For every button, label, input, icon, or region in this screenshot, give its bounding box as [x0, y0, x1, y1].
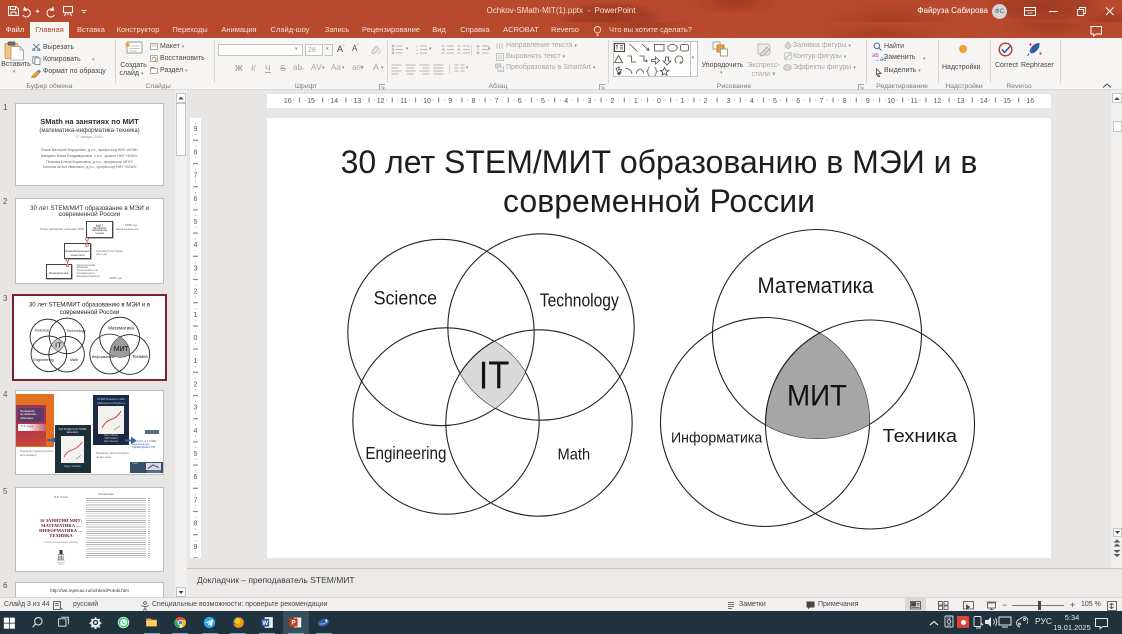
svg-text:Science: Science: [374, 287, 438, 309]
svg-text:1: 1: [194, 358, 198, 365]
svg-text:16: 16: [1026, 98, 1034, 105]
svg-text:4: 4: [750, 98, 754, 105]
svg-text:IT: IT: [55, 341, 62, 350]
svg-text:Информатика: Информатика: [92, 355, 114, 359]
svg-text:8: 8: [194, 521, 198, 528]
svg-text:8: 8: [843, 98, 847, 105]
svg-text:4: 4: [564, 98, 568, 105]
svg-text:W: W: [262, 620, 268, 627]
svg-text:3: 3: [194, 265, 198, 272]
svg-text:2: 2: [194, 381, 198, 388]
svg-text:3: 3: [587, 98, 591, 105]
svg-text:1: 1: [680, 98, 684, 105]
svg-text:9: 9: [448, 98, 452, 105]
svg-text:0: 0: [657, 98, 661, 105]
svg-text:5: 5: [194, 451, 198, 458]
svg-text:15: 15: [307, 98, 315, 105]
svg-text:11: 11: [400, 98, 407, 105]
svg-text:13: 13: [354, 98, 362, 105]
svg-text:10: 10: [423, 98, 431, 105]
svg-text:Математика: Математика: [108, 325, 134, 330]
svg-text:Science: Science: [35, 327, 50, 332]
svg-text:Математика: Математика: [758, 273, 874, 298]
svg-text:9: 9: [194, 126, 198, 133]
svg-text:МИТ: МИТ: [787, 380, 847, 413]
svg-text:8: 8: [194, 149, 198, 156]
svg-text:8: 8: [471, 98, 475, 105]
svg-text:Technology: Technology: [540, 291, 619, 311]
svg-text:Техника: Техника: [132, 354, 148, 359]
svg-text:Информатика: Информатика: [671, 429, 763, 446]
svg-text:3: 3: [194, 405, 198, 412]
svg-text:7: 7: [819, 98, 823, 105]
svg-text:30 лет STEM/МИТ образованию в: 30 лет STEM/МИТ образованию в МЭИ и в: [29, 301, 150, 308]
svg-text:14: 14: [980, 98, 988, 105]
svg-text:Техника: Техника: [883, 426, 958, 447]
svg-text:1: 1: [634, 98, 638, 105]
svg-text:12: 12: [377, 98, 385, 105]
svg-text:6: 6: [194, 196, 198, 203]
svg-text:Engineering: Engineering: [365, 443, 446, 463]
svg-text:современной России: современной России: [60, 309, 119, 316]
svg-text:0: 0: [194, 335, 198, 342]
svg-text:10: 10: [887, 98, 895, 105]
svg-text:4: 4: [194, 428, 198, 435]
svg-text:6: 6: [194, 474, 198, 481]
svg-text:МИТ: МИТ: [114, 346, 130, 353]
svg-text:7: 7: [194, 497, 198, 504]
svg-text:IT: IT: [479, 355, 510, 398]
svg-text:1: 1: [194, 312, 198, 319]
svg-text:2: 2: [703, 98, 707, 105]
svg-text:4: 4: [194, 242, 198, 249]
svg-text:Engineering: Engineering: [33, 358, 53, 362]
svg-text:P: P: [291, 620, 295, 627]
svg-text:5: 5: [194, 219, 198, 226]
svg-text:2: 2: [611, 98, 615, 105]
svg-text:6: 6: [518, 98, 522, 105]
svg-text:Technology: Technology: [67, 329, 86, 333]
svg-text:11: 11: [911, 98, 918, 105]
svg-text:13: 13: [957, 98, 965, 105]
svg-text:14: 14: [330, 98, 338, 105]
svg-text:7: 7: [495, 98, 499, 105]
svg-text:12: 12: [934, 98, 942, 105]
svg-text:16: 16: [284, 98, 292, 105]
svg-text:9: 9: [866, 98, 870, 105]
svg-text:2: 2: [194, 289, 198, 296]
svg-text:7: 7: [194, 173, 198, 180]
svg-text:3: 3: [727, 98, 731, 105]
svg-text:9: 9: [194, 544, 198, 551]
svg-text:Math: Math: [70, 358, 78, 362]
svg-text:15: 15: [1003, 98, 1011, 105]
svg-text:6: 6: [796, 98, 800, 105]
svg-text:Math: Math: [558, 446, 591, 463]
svg-text:5: 5: [773, 98, 777, 105]
svg-text:5: 5: [541, 98, 545, 105]
